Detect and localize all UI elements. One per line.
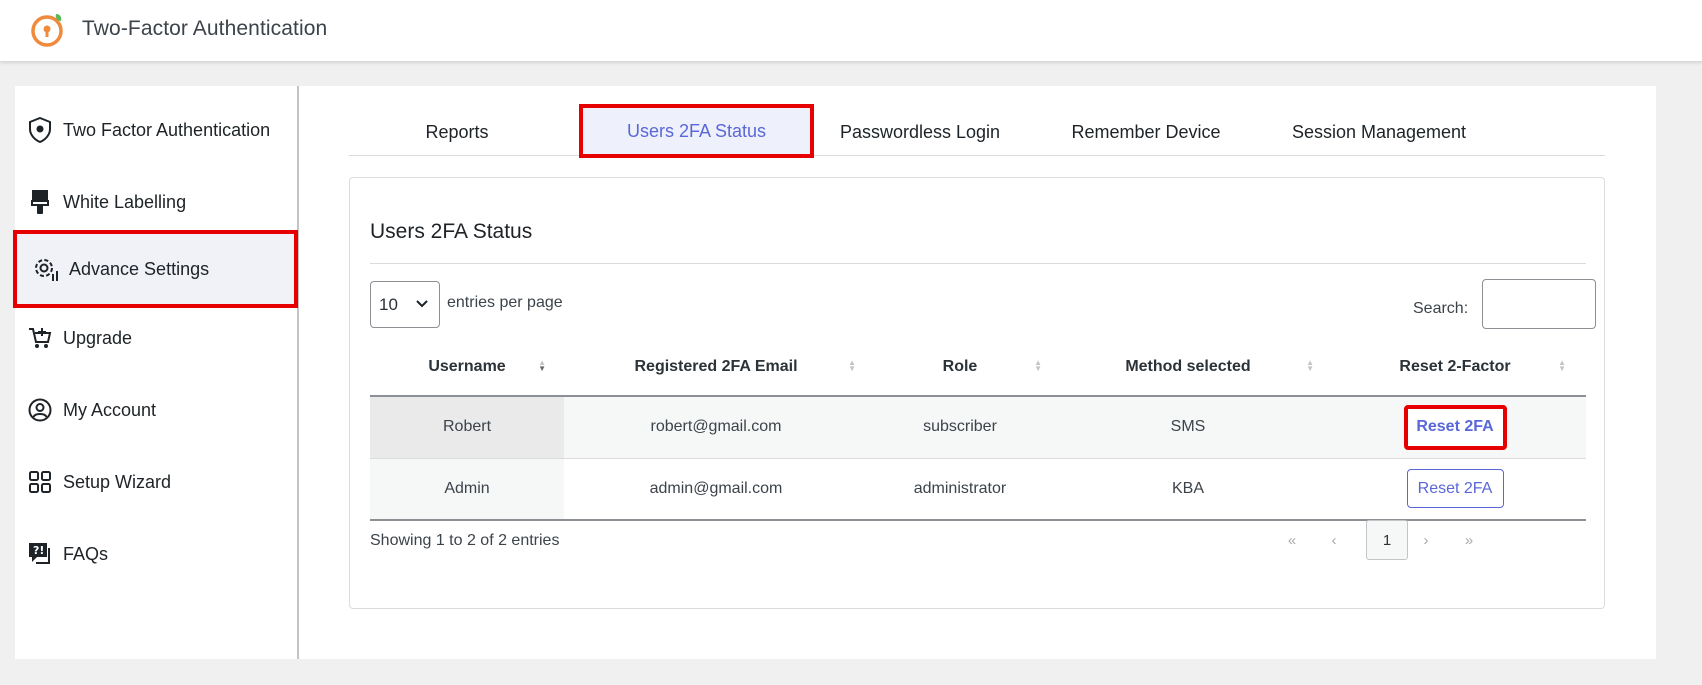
table-row: Admin admin@gmail.com administrator KBA … bbox=[370, 458, 1586, 521]
sidebar-item-my-account[interactable]: My Account bbox=[15, 380, 297, 440]
chevron-down-icon bbox=[416, 300, 428, 308]
cell-email: admin@gmail.com bbox=[564, 458, 868, 521]
cell-method: KBA bbox=[1052, 458, 1324, 521]
app-title: Two-Factor Authentication bbox=[82, 17, 328, 40]
sidebar-item-setup-wizard[interactable]: Setup Wizard bbox=[15, 452, 297, 512]
users-table: Username ▲ ▼ Registered 2FA Email ▲ ▼ Role… bbox=[370, 338, 1586, 521]
pager-last-button[interactable]: » bbox=[1459, 520, 1479, 560]
top-bar: Two-Factor Authentication bbox=[0, 0, 1702, 62]
tab-remember-device[interactable]: Remember Device bbox=[1061, 112, 1231, 152]
sidebar-item-faqs[interactable]: ?! FAQs bbox=[15, 524, 297, 584]
sort-icon: ▲ ▼ bbox=[1306, 358, 1314, 373]
sidebar-item-label: Two Factor Authentication bbox=[63, 119, 271, 140]
paint-brush-icon bbox=[27, 189, 53, 215]
column-header-method[interactable]: Method selected ▲ ▼ bbox=[1052, 338, 1324, 397]
users-2fa-status-card: Users 2FA Status 10 entries per page Sea… bbox=[349, 177, 1605, 609]
pager-next-button[interactable]: › bbox=[1416, 520, 1436, 560]
tab-reports[interactable]: Reports bbox=[389, 112, 525, 152]
pager-first-button[interactable]: « bbox=[1282, 520, 1302, 560]
table-row: Robert robert@gmail.com subscriber SMS R… bbox=[370, 396, 1586, 459]
pagination: « ‹ 1 › » bbox=[1282, 520, 1582, 562]
search-input[interactable] bbox=[1482, 279, 1596, 329]
sidebar-item-label: FAQs bbox=[63, 543, 109, 564]
main-panel: Two Factor Authentication White Labellin… bbox=[13, 86, 1656, 659]
shield-icon bbox=[27, 117, 53, 143]
sidebar-item-label: My Account bbox=[63, 399, 157, 420]
sidebar-item-label: White Labelling bbox=[63, 191, 187, 212]
cell-role: subscriber bbox=[868, 396, 1052, 459]
pager-page-1-button[interactable]: 1 bbox=[1366, 520, 1408, 560]
tab-bar: Reports Users 2FA Status Passwordless Lo… bbox=[349, 104, 1605, 158]
cell-action: Reset 2FA bbox=[1324, 458, 1586, 521]
entries-per-page-select[interactable]: 10 bbox=[370, 281, 440, 328]
entries-per-page-label: entries per page bbox=[447, 294, 563, 311]
content-area: Reports Users 2FA Status Passwordless Lo… bbox=[299, 86, 1656, 659]
svg-text:?!: ?! bbox=[33, 544, 44, 557]
tab-users-2fa-status[interactable]: Users 2FA Status bbox=[579, 104, 814, 158]
reset-2fa-button[interactable]: Reset 2FA bbox=[1403, 404, 1507, 450]
cell-email: robert@gmail.com bbox=[564, 396, 868, 459]
sidebar-item-label: Setup Wizard bbox=[63, 471, 172, 492]
column-header-email[interactable]: Registered 2FA Email ▲ ▼ bbox=[564, 338, 868, 397]
sidebar-item-upgrade[interactable]: Upgrade bbox=[15, 308, 297, 368]
card-title: Users 2FA Status bbox=[370, 220, 533, 243]
question-chat-icon: ?! bbox=[27, 541, 53, 567]
cell-username: Admin bbox=[370, 458, 564, 521]
showing-entries-text: Showing 1 to 2 of 2 entries bbox=[370, 532, 560, 549]
sidebar-item-label: Upgrade bbox=[63, 327, 133, 348]
cell-method: SMS bbox=[1052, 396, 1324, 459]
app-logo-icon bbox=[31, 14, 63, 47]
cell-action: Reset 2FA bbox=[1324, 396, 1586, 459]
column-header-role[interactable]: Role ▲ ▼ bbox=[868, 338, 1052, 397]
sidebar: Two Factor Authentication White Labellin… bbox=[13, 86, 299, 659]
cell-role: administrator bbox=[868, 458, 1052, 521]
user-circle-icon bbox=[27, 397, 53, 423]
cell-username: Robert bbox=[370, 396, 564, 459]
sidebar-item-white-labelling[interactable]: White Labelling bbox=[15, 172, 297, 232]
gear-icon bbox=[33, 256, 59, 282]
reset-2fa-button[interactable]: Reset 2FA bbox=[1406, 469, 1504, 509]
tab-session-management[interactable]: Session Management bbox=[1279, 112, 1479, 152]
table-header-row: Username ▲ ▼ Registered 2FA Email ▲ ▼ Role… bbox=[370, 338, 1586, 397]
grid-icon bbox=[27, 469, 53, 495]
sort-icon: ▲ ▼ bbox=[1558, 358, 1566, 373]
sidebar-item-advance-settings[interactable]: Advance Settings bbox=[13, 230, 298, 308]
cart-icon bbox=[27, 325, 53, 351]
pager-prev-button[interactable]: ‹ bbox=[1324, 520, 1344, 560]
search-label: Search: bbox=[1413, 300, 1469, 317]
sidebar-item-two-factor-authentication[interactable]: Two Factor Authentication bbox=[15, 100, 297, 160]
column-header-reset[interactable]: Reset 2-Factor ▲ ▼ bbox=[1324, 338, 1586, 397]
sort-icon: ▲ ▼ bbox=[848, 358, 856, 373]
sidebar-item-label: Advance Settings bbox=[69, 258, 210, 279]
column-header-username[interactable]: Username ▲ ▼ bbox=[370, 338, 564, 397]
entries-per-page-value: 10 bbox=[379, 294, 398, 314]
sort-icon: ▲ ▼ bbox=[538, 358, 546, 373]
tab-passwordless-login[interactable]: Passwordless Login bbox=[825, 112, 1015, 152]
sort-icon: ▲ ▼ bbox=[1034, 358, 1042, 373]
divider bbox=[370, 263, 1586, 264]
